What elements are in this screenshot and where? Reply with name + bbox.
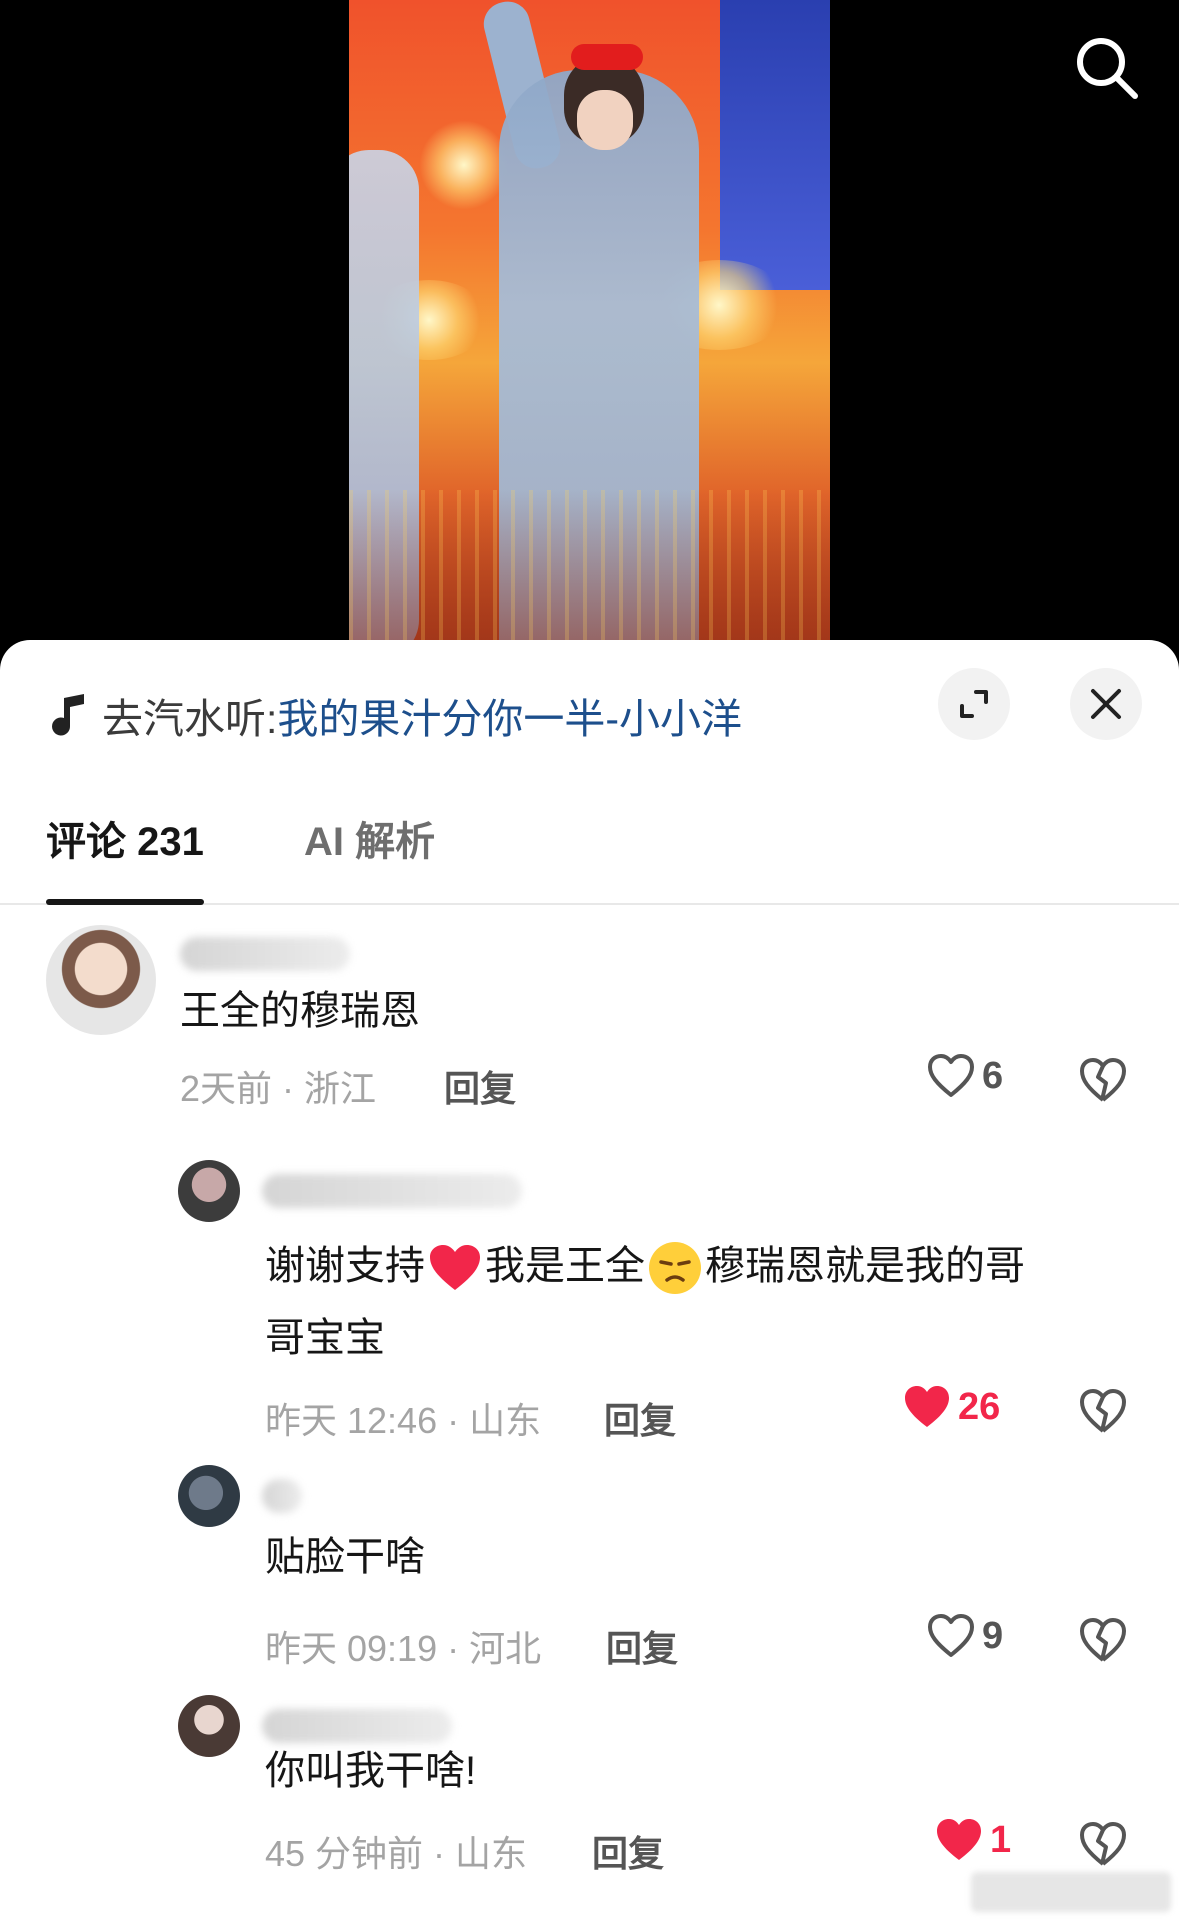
- username-redacted: [262, 1479, 302, 1513]
- broken-heart-icon[interactable]: [1078, 1386, 1128, 1436]
- like-button[interactable]: 1: [934, 1817, 1011, 1863]
- heart-filled-icon: [905, 1386, 949, 1427]
- like-button[interactable]: 6: [926, 1053, 1003, 1099]
- comments-sheet: 去汽水听: 我的果汁分你一半-小小洋 评论 231 AI 解析 王全的穆瑞恩 2…: [0, 640, 1179, 1922]
- like-count: 6: [982, 1054, 1004, 1097]
- music-prefix: 去汽水听:: [102, 696, 278, 742]
- performer-face: [577, 90, 633, 150]
- comment-text-part: 穆瑞恩就是我的哥: [705, 1244, 1025, 1288]
- watermark: [971, 1872, 1171, 1912]
- stage-light: [419, 120, 509, 210]
- close-button[interactable]: [1070, 668, 1142, 740]
- expand-button[interactable]: [938, 668, 1010, 740]
- music-note-icon: [52, 694, 84, 736]
- username-redacted: [262, 1174, 522, 1208]
- reply-button[interactable]: 回复: [592, 1825, 664, 1877]
- avatar[interactable]: [46, 925, 156, 1035]
- broken-heart-icon[interactable]: [1078, 1819, 1128, 1869]
- heart-outline-icon: [928, 1614, 974, 1657]
- performer-headband: [571, 44, 643, 70]
- stage-backdrop: [720, 0, 830, 290]
- red-heart-emoji-icon: [430, 1245, 480, 1291]
- search-button[interactable]: [1073, 34, 1139, 100]
- close-icon: [1091, 689, 1121, 719]
- music-link[interactable]: 去汽水听: 我的果汁分你一半-小小洋: [50, 680, 742, 750]
- comment-meta: 2天前 · 浙江: [180, 1068, 377, 1109]
- like-count: 1: [990, 1818, 1012, 1861]
- avatar[interactable]: [178, 1465, 240, 1527]
- video-player[interactable]: [0, 0, 1179, 660]
- stage-floor: [349, 490, 830, 660]
- comment-text: 你叫我干啥!: [265, 1749, 477, 1793]
- tab-ai-analysis[interactable]: AI 解析: [304, 810, 435, 905]
- like-button[interactable]: 26: [902, 1384, 1000, 1430]
- comment-text-part: 我是王全: [485, 1244, 645, 1288]
- expand-icon: [960, 690, 988, 718]
- broken-heart-icon[interactable]: [1078, 1055, 1128, 1105]
- reply-button[interactable]: 回复: [604, 1392, 676, 1444]
- username-redacted: [180, 937, 350, 971]
- avatar[interactable]: [178, 1160, 240, 1222]
- comment-text: 贴脸干啥: [265, 1535, 425, 1579]
- music-song-title[interactable]: 我的果汁分你一半-小小洋: [277, 685, 742, 745]
- comment-text: 谢谢支持 我是王全 穆瑞恩就是我的哥哥宝宝: [265, 1230, 1125, 1374]
- tab-active-indicator: [46, 899, 204, 905]
- like-count: 26: [958, 1385, 1001, 1428]
- broken-heart-icon[interactable]: [1078, 1615, 1128, 1665]
- reply-button[interactable]: 回复: [606, 1620, 678, 1672]
- comment-text-part: 哥宝宝: [265, 1316, 385, 1360]
- tab-bar: 评论 231 AI 解析: [0, 810, 1179, 905]
- comment-text-part: 谢谢支持: [265, 1244, 425, 1288]
- smug-face-emoji-icon: [649, 1242, 701, 1295]
- video-frame[interactable]: [349, 0, 830, 660]
- search-icon: [1077, 38, 1138, 99]
- comment-meta: 45 分钟前 · 山东: [265, 1833, 528, 1874]
- tab-comments-label: 评论 231: [46, 820, 204, 864]
- avatar[interactable]: [178, 1695, 240, 1757]
- like-button[interactable]: 9: [926, 1613, 1003, 1659]
- heart-outline-icon: [928, 1054, 974, 1097]
- comment-meta: 昨天 12:46 · 山东: [265, 1400, 542, 1441]
- comment-meta: 昨天 09:19 · 河北: [265, 1628, 542, 1669]
- tab-ai-label: AI 解析: [304, 820, 436, 864]
- heart-filled-icon: [937, 1819, 981, 1860]
- like-count: 9: [982, 1614, 1004, 1657]
- tab-comments[interactable]: 评论 231: [46, 810, 204, 905]
- comment-text: 王全的穆瑞恩: [180, 989, 420, 1033]
- reply-button[interactable]: 回复: [444, 1060, 516, 1112]
